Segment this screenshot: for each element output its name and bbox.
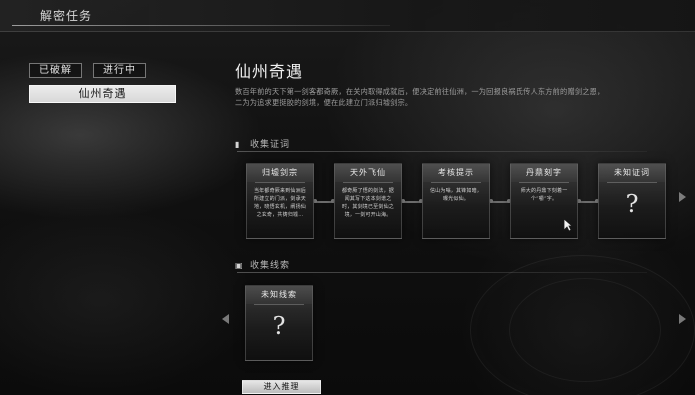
evidence-section-divider [237,151,647,152]
clues-section-header: ▣ 收集线索 [235,258,290,271]
evidence-card-guixu-sect[interactable]: 归墟剑宗 当年都奇厥来到仙洲后所建立的门派，剑承天地，晓悟玄机，阐扬仙之玄奇，共… [246,163,314,239]
enter-reasoning-button[interactable]: 进入推理 [242,380,321,394]
filter-in-progress-tab[interactable]: 进行中 [93,63,146,78]
clue-card-unknown[interactable]: 未知线索 ? [245,285,313,361]
clues-previous-arrow[interactable] [222,314,229,324]
clue-card-title: 未知线索 [246,286,312,304]
screen-title: 解密任务 [40,9,93,23]
evidence-card-title-divider [607,182,657,183]
filter-cracked-tab[interactable]: 已破解 [29,63,82,78]
background-ornament-ring [470,255,695,395]
top-bar-divider [12,25,390,26]
clues-section-label: 收集线索 [250,261,291,271]
evidence-card-title: 考核提示 [423,164,489,182]
evidence-connector-2 [401,199,423,203]
task-description: 数百年前的天下第一剑客都奇厥，在关内取得成就后，便决定前往仙洲，一为回报良祸氏传… [235,87,605,107]
evidence-card-text: 信山为嗡，其锋如暗，曝光似仙。 [429,188,482,202]
unknown-question-mark: ? [272,312,286,340]
evidence-card-assessment-hint[interactable]: 考核提示 信山为嗡，其锋如暗，曝光似仙。 [422,163,490,239]
unknown-question-mark: ? [625,190,639,218]
treasure-chest-icon: ▣ [235,261,244,270]
evidence-card-text: 当年都奇厥来到仙洲后所建立的门派，剑承天地，晓悟玄机，阐扬仙之玄奇，共铸归墟… [253,188,306,218]
task-title: 仙州奇遇 [235,62,304,81]
evidence-connector-3 [489,199,511,203]
evidence-card-unknown[interactable]: 未知证词 ? [598,163,666,239]
evidence-card-title: 丹鼎刻字 [511,164,577,182]
clues-next-arrow[interactable] [679,314,686,324]
scroll-icon: ▮ [235,140,241,149]
clues-section-divider [237,272,647,273]
evidence-card-title-divider [519,182,569,183]
task-list-item-selected[interactable]: 仙州奇遇 [29,85,176,103]
evidence-card-text: 都奇厥了悟的剑法，据闻其写下这本剑谱之时，其剑境已至剑仙之境，一剑可开山海。 [341,188,394,218]
evidence-card-text: 师大的丹鼎下刻着一个“嚼”字。 [520,188,568,202]
evidence-connector-4 [577,199,599,203]
evidence-card-title: 天外飞仙 [335,164,401,182]
evidence-card-title: 未知证词 [599,164,665,182]
evidence-card-title-divider [431,182,481,183]
evidence-next-arrow[interactable] [679,192,686,202]
evidence-card-title-divider [255,182,305,183]
clue-card-title-divider [254,304,304,305]
game-screen: 解密任务 已破解 进行中 仙州奇遇 仙州奇遇 数百年前的天下第一剑客都奇厥，在关… [0,0,695,395]
evidence-card-heavenly-immortal[interactable]: 天外飞仙 都奇厥了悟的剑法，据闻其写下这本剑谱之时，其剑境已至剑仙之境，一剑可开… [334,163,402,239]
evidence-connector-1 [313,199,335,203]
cursor-icon [563,218,573,232]
top-bar: 解密任务 [0,0,695,32]
evidence-card-title-divider [343,182,393,183]
evidence-section-header: ▮ 收集证词 [235,137,290,150]
evidence-section-label: 收集证词 [250,140,291,150]
evidence-card-title: 归墟剑宗 [247,164,313,182]
